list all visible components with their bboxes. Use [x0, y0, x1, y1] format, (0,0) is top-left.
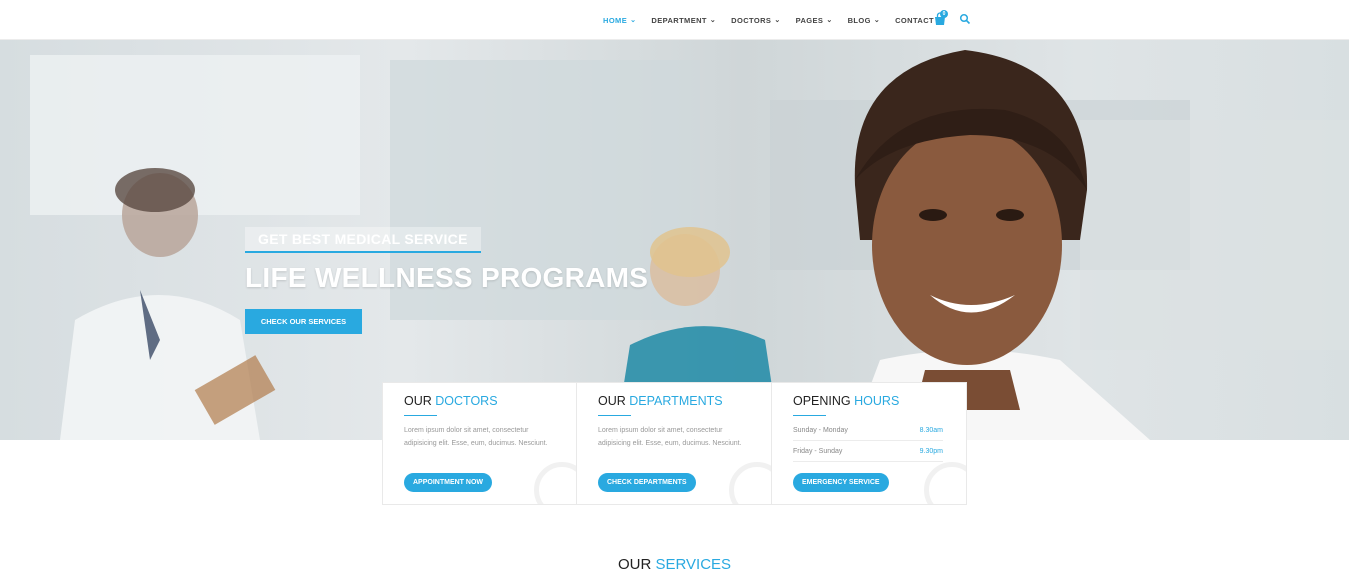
hours-time: 9.30pm	[919, 448, 943, 455]
hours-row: Sunday - Monday 8.30am	[793, 420, 943, 441]
card-doctors: OUR DOCTORS Lorem ipsum dolor sit amet, …	[382, 382, 577, 505]
search-icon[interactable]	[959, 13, 971, 25]
nav-item-label: DEPARTMENT	[651, 15, 707, 25]
hero-background-image	[30, 50, 1349, 440]
nav-item-label: PAGES	[795, 15, 824, 25]
chevron-down-icon: ⌄	[774, 17, 781, 24]
nav-item-department[interactable]: DEPARTMENT ⌄	[651, 16, 716, 25]
card-title-plain: OUR	[404, 394, 432, 408]
nav-item-label: HOME	[603, 15, 628, 25]
nav-icons: 0	[934, 10, 971, 26]
services-title-plain: OUR	[617, 556, 652, 573]
nav-item-label: BLOG	[847, 15, 871, 25]
top-navbar: HOME ⌄ DEPARTMENT ⌄ DOCTORS ⌄ PAGES ⌄ BL…	[0, 0, 1349, 40]
check-services-button[interactable]: CHECK OUR SERVICES	[245, 309, 362, 334]
chevron-down-icon: ⌄	[709, 17, 717, 24]
chevron-down-icon: ⌄	[873, 17, 881, 24]
hours-time: 8.30am	[919, 427, 943, 434]
card-title-highlight: DEPARTMENTS	[629, 394, 723, 408]
card-title-plain: OPENING	[793, 394, 851, 408]
hours-days: Friday - Sunday	[793, 448, 843, 455]
chevron-down-icon: ⌄	[630, 17, 637, 24]
chevron-down-icon: ⌄	[826, 17, 833, 24]
card-text: Lorem ipsum dolor sit amet, consectetur …	[598, 427, 742, 447]
hero-banner: GET BEST MEDICAL SERVICE LIFE WELLNESS P…	[0, 40, 1349, 440]
card-title-plain: OUR	[598, 394, 626, 408]
nav-item-label: DOCTORS	[731, 15, 772, 25]
watermark-icon	[534, 462, 576, 504]
card-divider	[793, 415, 826, 416]
nav-item-contact[interactable]: CONTACT	[895, 16, 934, 25]
nav-item-home[interactable]: HOME ⌄	[603, 16, 636, 25]
hours-row: Friday - Sunday 9.30pm	[793, 441, 943, 462]
check-departments-button[interactable]: CHECK DEPARTMENTS	[598, 473, 696, 492]
emergency-service-button[interactable]: EMERGENCY SERVICE	[793, 473, 889, 492]
card-title-highlight: HOURS	[854, 394, 900, 408]
cart-button[interactable]: 0	[934, 10, 948, 26]
hours-days: Sunday - Monday	[793, 427, 848, 434]
hours-list: Sunday - Monday 8.30am Friday - Sunday 9…	[793, 420, 945, 462]
card-divider	[598, 415, 631, 416]
card-divider	[404, 415, 437, 416]
nav-item-pages[interactable]: PAGES ⌄	[796, 16, 833, 25]
hero-title: LIFE WELLNESS PROGRAMS	[245, 262, 649, 293]
appointment-now-button[interactable]: APPOINTMENT NOW	[404, 473, 492, 492]
nav-item-label: CONTACT	[895, 15, 935, 25]
watermark-icon	[729, 462, 771, 504]
services-heading: OUR SERVICES	[0, 556, 1349, 573]
nav-item-doctors[interactable]: DOCTORS ⌄	[731, 16, 780, 25]
info-cards: OUR DOCTORS Lorem ipsum dolor sit amet, …	[382, 382, 967, 505]
card-title-highlight: DOCTORS	[435, 394, 498, 408]
card-opening-hours: OPENING HOURS Sunday - Monday 8.30am Fri…	[772, 382, 967, 505]
watermark-icon	[924, 462, 966, 504]
card-title: OUR DEPARTMENTS	[598, 394, 750, 408]
card-title: OUR DOCTORS	[404, 394, 555, 408]
cart-count-badge: 0	[940, 10, 948, 18]
hero-tagline: GET BEST MEDICAL SERVICE	[245, 227, 481, 253]
card-text: Lorem ipsum dolor sit amet, consectetur …	[404, 427, 548, 447]
card-departments: OUR DEPARTMENTS Lorem ipsum dolor sit am…	[577, 382, 772, 505]
nav-item-blog[interactable]: BLOG ⌄	[848, 16, 881, 25]
main-menu: HOME ⌄ DEPARTMENT ⌄ DOCTORS ⌄ PAGES ⌄ BL…	[603, 0, 949, 40]
card-title: OPENING HOURS	[793, 394, 945, 408]
services-title-highlight: SERVICES	[655, 556, 732, 573]
